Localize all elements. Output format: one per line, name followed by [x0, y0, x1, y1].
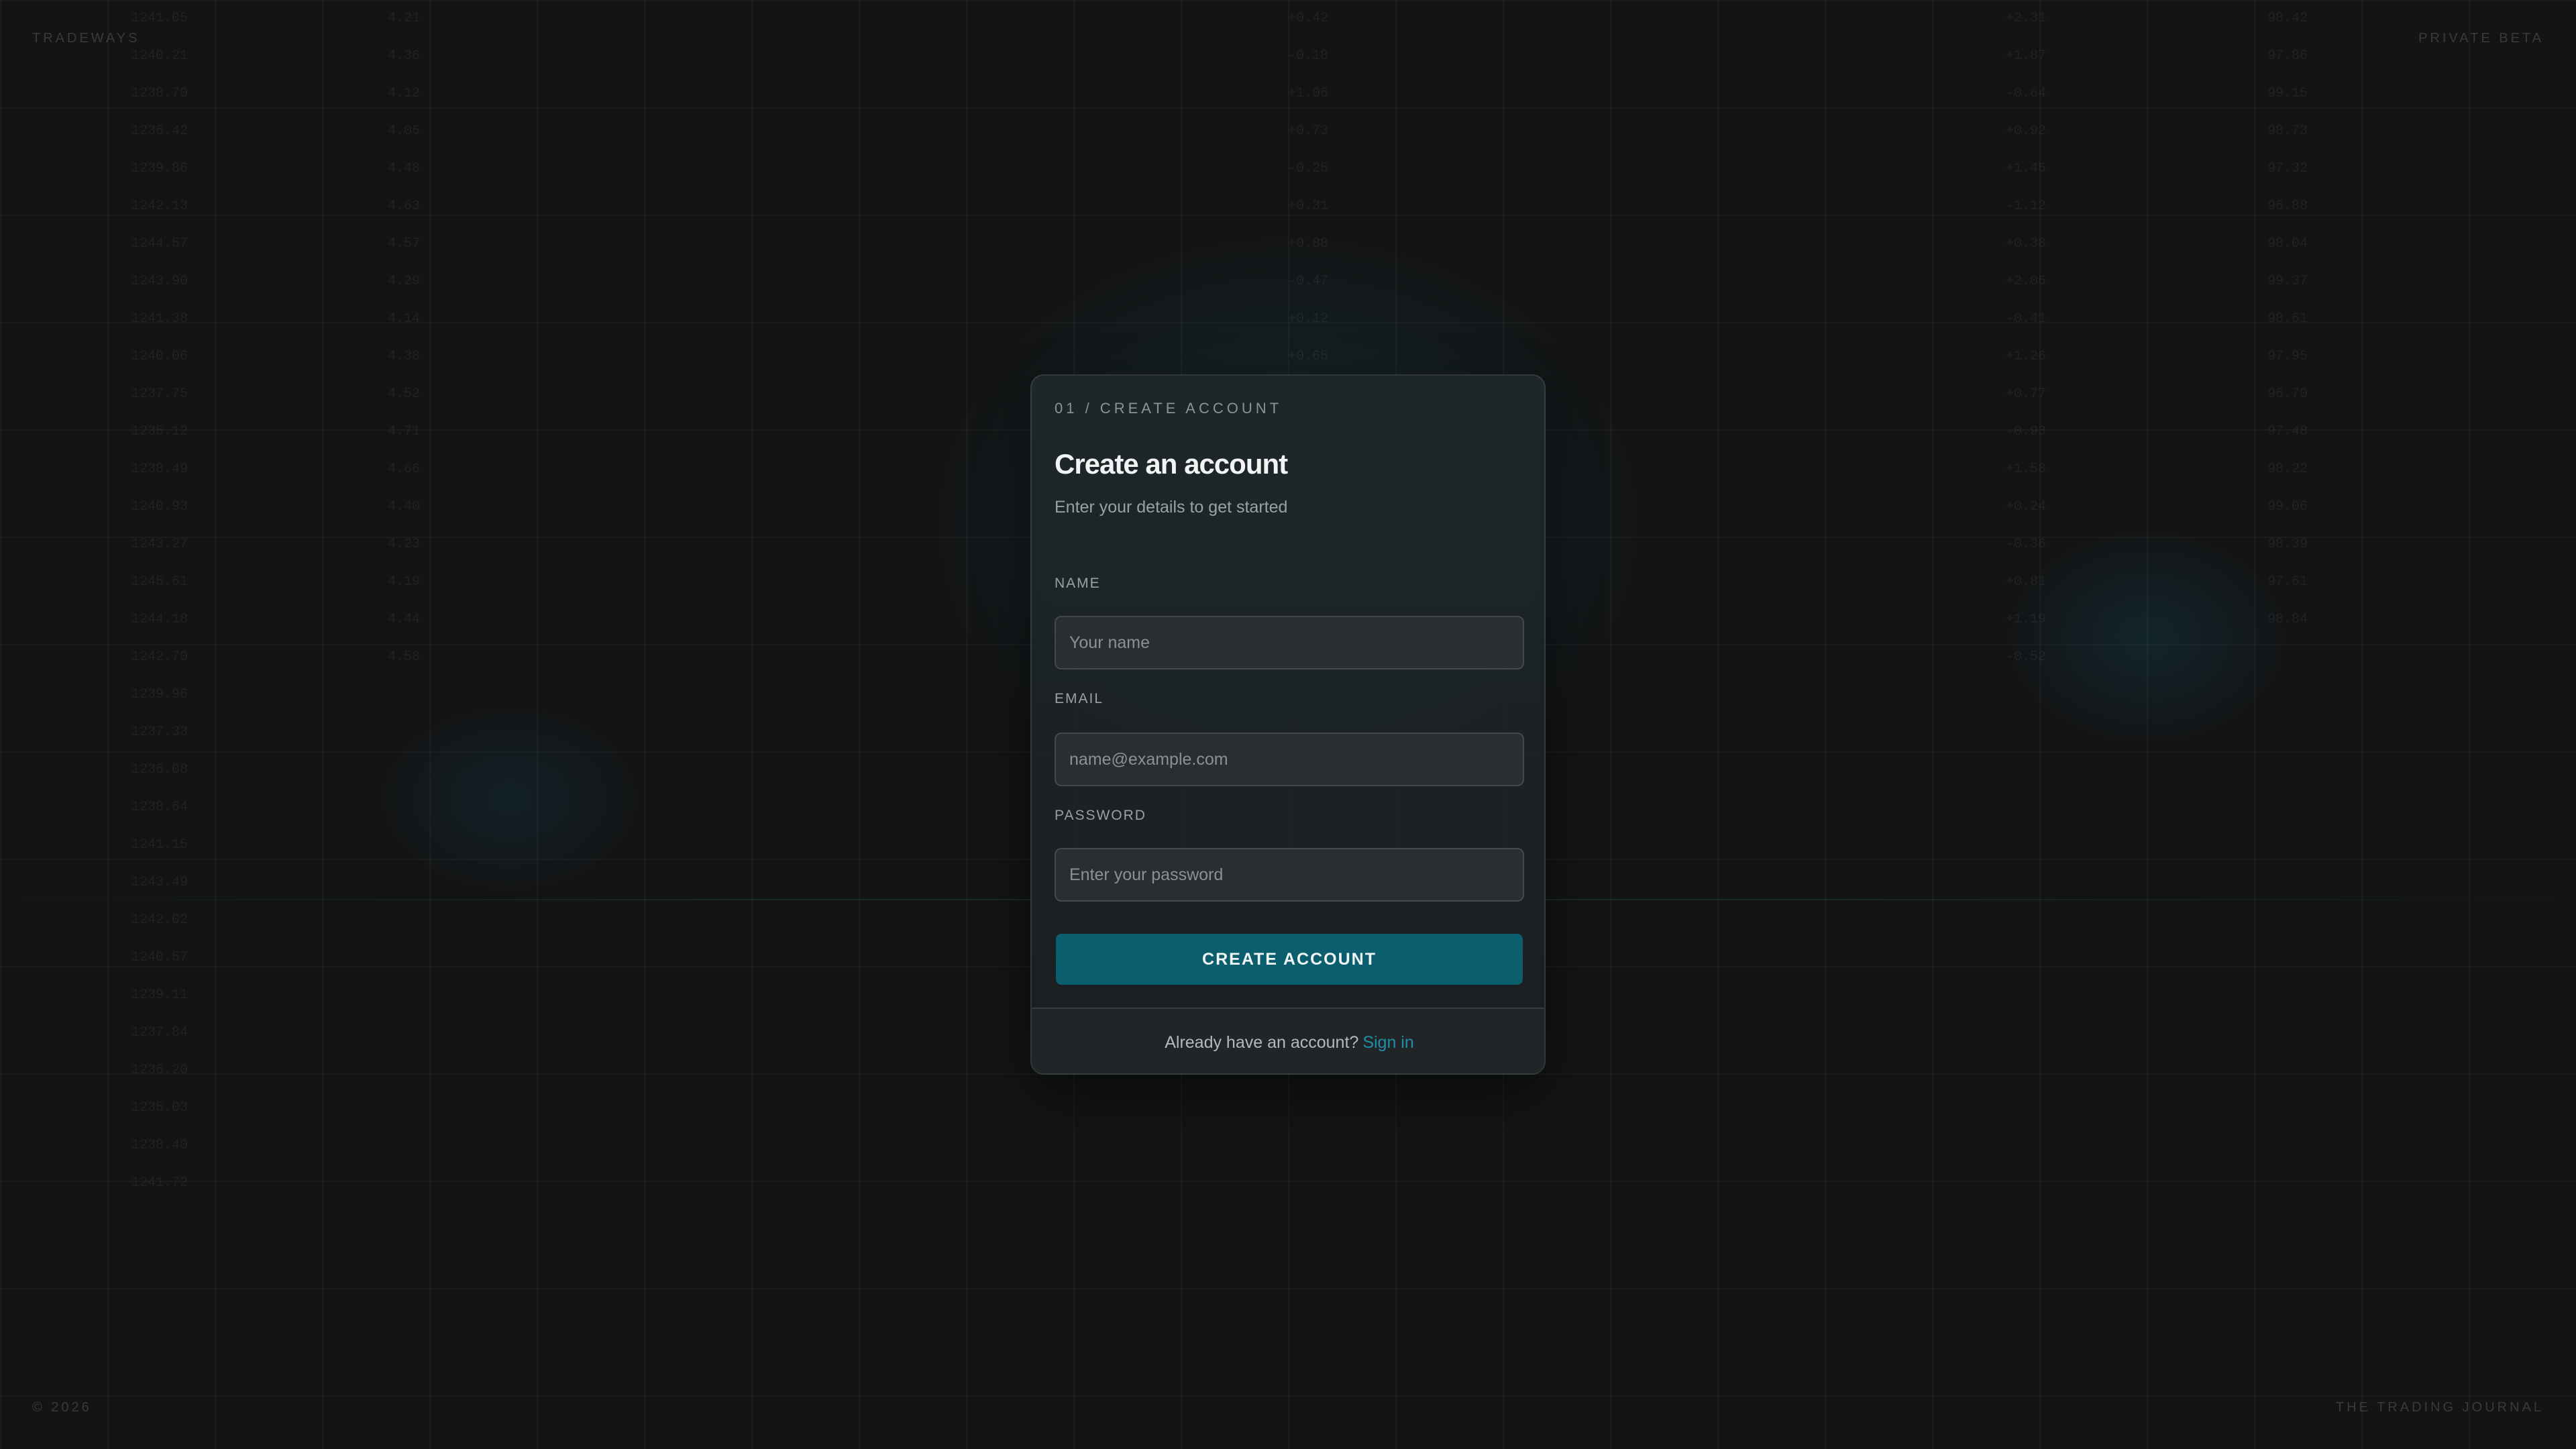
signin-prompt: Already have an account? — [1165, 1032, 1359, 1052]
name-label: NAME — [1055, 576, 1101, 591]
beta-badge: PRIVATE BETA — [2418, 31, 2544, 46]
signin-link[interactable]: Sign in — [1362, 1033, 1413, 1053]
step-indicator: 01 / CREATE ACCOUNT — [1055, 400, 1283, 417]
brand-name: TRADEWAYS — [32, 31, 140, 46]
card-footer: Already have an account? Sign in — [1032, 1008, 1544, 1073]
signup-card: 01 / CREATE ACCOUNT Create an account En… — [1030, 374, 1546, 1075]
copyright-text: © 2026 — [32, 1400, 92, 1415]
password-label: PASSWORD — [1055, 808, 1146, 823]
form-title: Create an account — [1055, 448, 1288, 480]
tagline-text: THE TRADING JOURNAL — [2335, 1400, 2544, 1415]
email-input[interactable] — [1055, 733, 1524, 786]
background-ticker-column: 4.21 4.36 4.12 4.05 4.48 4.63 4.57 4.29 … — [388, 11, 421, 665]
background-ticker-column: +0.42 -0.18 +1.06 +0.73 -0.25 +0.31 +0.8… — [1288, 11, 1329, 364]
email-label: EMAIL — [1055, 691, 1104, 706]
create-account-button[interactable]: CREATE ACCOUNT — [1056, 934, 1523, 985]
background-ticker-column: +2.31 +1.87 -0.64 +0.92 +1.45 -1.12 +0.3… — [2006, 11, 2047, 665]
background-ticker-column: 98.42 97.86 99.15 98.73 97.32 96.88 98.0… — [2267, 11, 2308, 627]
password-input[interactable] — [1055, 848, 1524, 902]
background-ticker-column: 1241.05 1240.21 1238.70 1236.42 1239.86 … — [131, 11, 189, 1191]
name-input[interactable] — [1055, 616, 1524, 669]
form-subtitle: Enter your details to get started — [1055, 498, 1288, 517]
